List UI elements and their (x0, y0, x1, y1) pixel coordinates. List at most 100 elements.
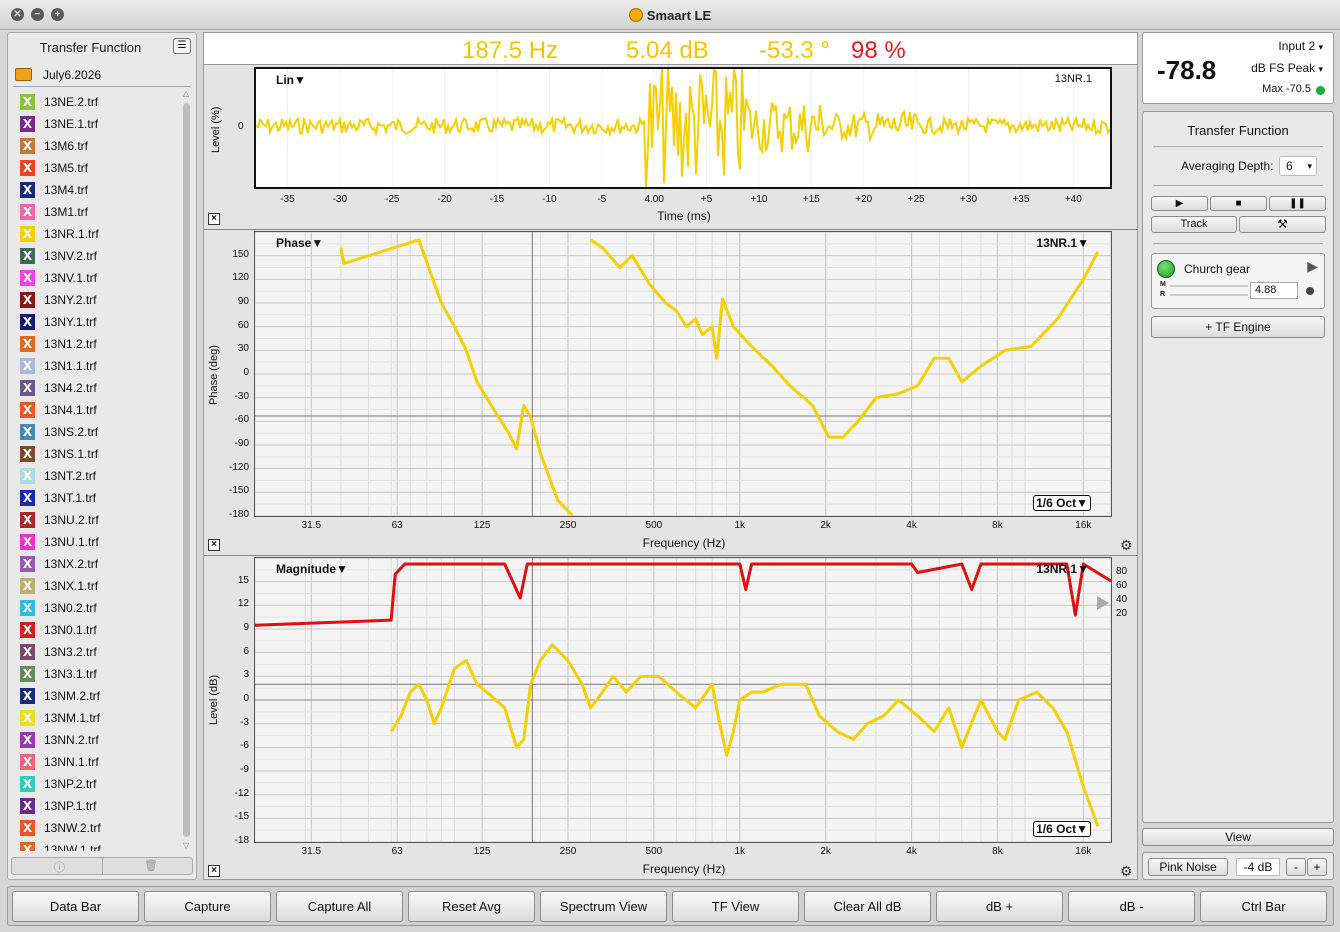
cmd-button-tf-view[interactable]: TF View (672, 891, 799, 922)
info-icon[interactable]: ⓘ (54, 859, 65, 875)
cmd-button-ctrl-bar[interactable]: Ctrl Bar (1200, 891, 1327, 922)
cmd-button-capture-all[interactable]: Capture All (276, 891, 403, 922)
file-item[interactable]: X 13NU.2.trf (16, 509, 181, 531)
file-item[interactable]: X 13NT.1.trf (16, 487, 181, 509)
magnitude-settings-gear-icon[interactable]: ⚙ (1120, 864, 1134, 878)
cmd-button-reset-avg[interactable]: Reset Avg (408, 891, 535, 922)
file-item[interactable]: X 13M4.trf (16, 179, 181, 201)
file-item[interactable]: X 13NM.2.trf (16, 685, 181, 707)
phase-smoothing-menu[interactable]: 1/6 Oct▼ (1033, 495, 1091, 511)
file-list-scrollbar[interactable]: △ ▽ (181, 89, 192, 851)
phase-settings-gear-icon[interactable]: ⚙ (1120, 538, 1134, 552)
cmd-button-db[interactable]: dB - (1068, 891, 1195, 922)
tf-engine-card[interactable]: Church gear ▶ M R 4.88 (1151, 253, 1325, 309)
file-item[interactable]: X 13NS.1.trf (16, 443, 181, 465)
impulse-plot[interactable]: Lin▼ 13NR.1 (254, 67, 1112, 189)
cmd-button-spectrum-view[interactable]: Spectrum View (540, 891, 667, 922)
view-button[interactable]: View (1142, 828, 1334, 846)
file-item[interactable]: X 13NY.2.trf (16, 289, 181, 311)
file-item[interactable]: X 13M5.trf (16, 157, 181, 179)
phase-plot[interactable]: Phase▼ 13NR.1▼ 1/6 Oct▼ (254, 231, 1112, 517)
phase-x-tick: 31.5 (301, 520, 322, 531)
noise-plus-button[interactable]: + (1307, 858, 1327, 876)
phase-mode-menu[interactable]: Phase▼ (276, 236, 323, 250)
file-item[interactable]: X 13NX.1.trf (16, 575, 181, 597)
delay-field[interactable]: 4.88 (1250, 282, 1298, 299)
scroll-down-icon[interactable]: ▽ (183, 841, 189, 850)
cmd-button-data-bar[interactable]: Data Bar (12, 891, 139, 922)
close-impulse-icon[interactable]: × (208, 213, 220, 225)
file-item[interactable]: X 13NW.1.trf (16, 839, 181, 851)
tf-control-box: Transfer Function Averaging Depth: 6 ▾ ▶ … (1142, 111, 1334, 823)
file-item[interactable]: X 13NV.1.trf (16, 267, 181, 289)
meter-unit-select[interactable]: dB FS Peak ▾ (1251, 61, 1323, 75)
phase-y-tick: 30 (237, 343, 249, 355)
noise-minus-button[interactable]: - (1286, 858, 1306, 876)
file-item[interactable]: X 13NN.1.trf (16, 751, 181, 773)
magnitude-smoothing-menu[interactable]: 1/6 Oct▼ (1033, 821, 1091, 837)
input-select[interactable]: Input 2 ▾ (1278, 39, 1323, 53)
cmd-button-clear-all-db[interactable]: Clear All dB (804, 891, 931, 922)
magnitude-mode-menu[interactable]: Magnitude▼ (276, 562, 348, 576)
trash-icon[interactable]: 🗑 (144, 859, 158, 872)
file-item[interactable]: X 13N0.1.trf (16, 619, 181, 641)
pause-button[interactable]: ❚❚ (1269, 196, 1326, 211)
engine-on-icon[interactable] (1157, 260, 1175, 278)
stop-button[interactable]: ■ (1210, 196, 1267, 211)
file-item[interactable]: X 13NX.2.trf (16, 553, 181, 575)
add-tf-engine-button[interactable]: + TF Engine (1151, 316, 1325, 338)
close-phase-icon[interactable]: × (208, 539, 220, 551)
file-item[interactable]: X 13N0.2.trf (16, 597, 181, 619)
file-item[interactable]: X 13N3.2.trf (16, 641, 181, 663)
phase-trace-menu[interactable]: 13NR.1▼ (1036, 236, 1089, 250)
file-item[interactable]: X 13NU.1.trf (16, 531, 181, 553)
file-item[interactable]: X 13NY.1.trf (16, 311, 181, 333)
file-item[interactable]: X 13N4.1.trf (16, 399, 181, 421)
file-item[interactable]: X 13NW.2.trf (16, 817, 181, 839)
impulse-x-tick: -15 (489, 194, 505, 205)
file-item[interactable]: X 13M6.trf (16, 135, 181, 157)
magnitude-x-tick: 500 (645, 846, 663, 857)
magnitude-plot[interactable]: Magnitude▼ 13NR.1▼ 1/6 Oct▼ (254, 557, 1112, 843)
cmd-button-capture[interactable]: Capture (144, 891, 271, 922)
record-icon[interactable] (1306, 287, 1314, 295)
file-item[interactable]: X 13NE.2.trf (16, 91, 181, 113)
folder-item[interactable]: July6.2026 (13, 65, 191, 87)
coherence-readout: 98 % (851, 37, 906, 64)
file-item[interactable]: X 13NT.2.trf (16, 465, 181, 487)
track-button[interactable]: Track (1151, 216, 1237, 233)
scroll-up-icon[interactable]: △ (183, 89, 189, 98)
coherence-threshold-handle[interactable] (1097, 596, 1109, 610)
sidebar-menu-icon[interactable]: ☰ (173, 38, 191, 54)
play-button[interactable]: ▶ (1151, 196, 1208, 211)
noise-level-field[interactable]: -4 dB (1236, 858, 1280, 876)
file-item[interactable]: X 13M1.trf (16, 201, 181, 223)
tools-icon[interactable]: ⚒ (1239, 216, 1326, 233)
file-item[interactable]: X 13N3.1.trf (16, 663, 181, 685)
scroll-thumb[interactable] (183, 103, 190, 837)
main-area: 187.5 Hz 5.04 dB -53.3 ° 98 % Level (%) … (203, 32, 1138, 880)
magnitude-x-tick: 4k (906, 846, 917, 857)
file-item[interactable]: X 13NE.1.trf (16, 113, 181, 135)
impulse-mode-menu[interactable]: Lin▼ (276, 73, 306, 87)
file-item[interactable]: X 13N1.2.trf (16, 333, 181, 355)
averaging-select[interactable]: 6 ▾ (1279, 156, 1317, 176)
file-item[interactable]: X 13N1.1.trf (16, 355, 181, 377)
file-name: 13N4.2.trf (44, 381, 97, 395)
file-item[interactable]: X 13NN.2.trf (16, 729, 181, 751)
pink-noise-button[interactable]: Pink Noise (1148, 858, 1228, 876)
file-item[interactable]: X 13NS.2.trf (16, 421, 181, 443)
magnitude-x-tick: 63 (391, 846, 403, 857)
close-magnitude-icon[interactable]: × (208, 865, 220, 877)
file-item[interactable]: X 13NP.2.trf (16, 773, 181, 795)
cmd-button-db[interactable]: dB + (936, 891, 1063, 922)
tf-title: Transfer Function (1187, 123, 1289, 138)
file-item[interactable]: X 13NV.2.trf (16, 245, 181, 267)
plot-divider (204, 229, 1137, 230)
file-item[interactable]: X 13NP.1.trf (16, 795, 181, 817)
file-item[interactable]: X 13NR.1.trf (16, 223, 181, 245)
engine-play-icon[interactable]: ▶ (1307, 258, 1318, 275)
file-item[interactable]: X 13N4.2.trf (16, 377, 181, 399)
magnitude-trace-menu[interactable]: 13NR.1▼ (1036, 562, 1089, 576)
file-item[interactable]: X 13NM.1.trf (16, 707, 181, 729)
